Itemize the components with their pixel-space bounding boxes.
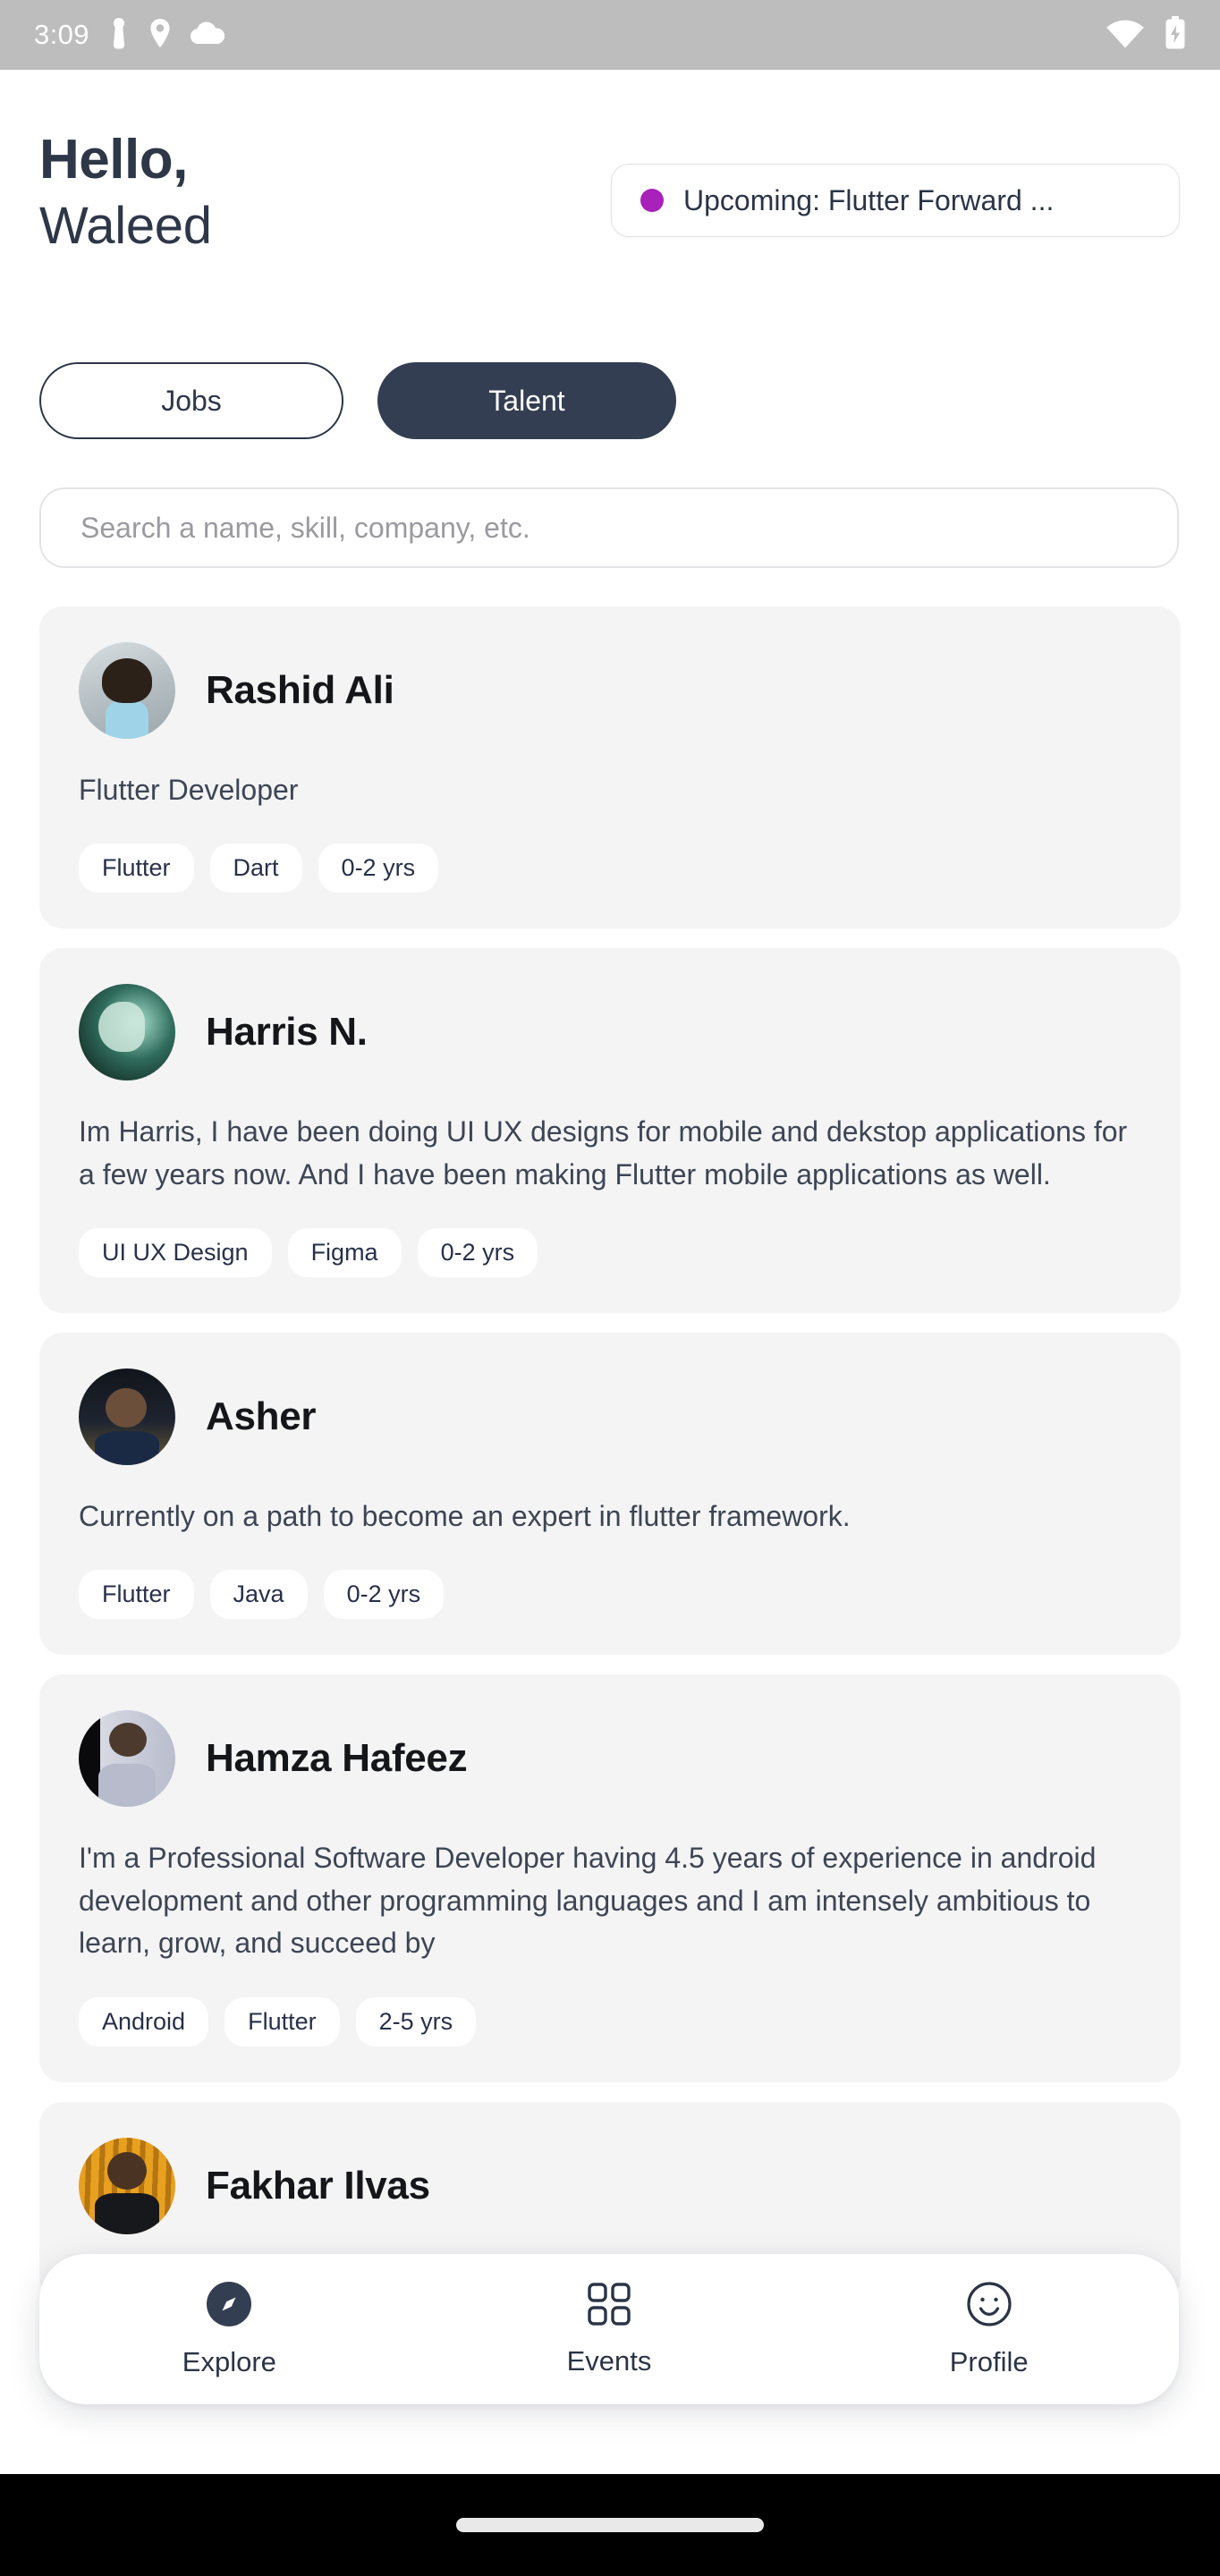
cloud-icon [190,21,225,50]
talent-tag[interactable]: Flutter [225,1996,340,2046]
talent-tag[interactable]: Java [209,1570,308,1620]
talent-tag[interactable]: UI UX Design [79,1228,272,1278]
home-indicator[interactable] [456,2518,764,2532]
greeting-block: Hello, Waleed [39,131,212,256]
app-screen: 3:09 Hello, Waleed Upcoming: Flutter For… [0,0,1220,2576]
talent-tag[interactable]: Android [79,1996,209,2046]
bottom-navigation: Explore Events Profile [39,2254,1179,2404]
tab-jobs[interactable]: Jobs [39,362,343,439]
tab-jobs-label: Jobs [161,384,222,417]
avatar [79,642,175,739]
location-pin-icon [148,18,172,53]
tab-talent[interactable]: Talent [377,362,676,439]
avatar [79,1368,175,1466]
talent-card[interactable]: Rashid Ali Flutter Developer Flutter Dar… [39,606,1181,929]
talent-card-header: Rashid Ali [79,642,1141,739]
grid-icon [587,2282,631,2331]
talent-card[interactable]: Hamza Hafeez I'm a Professional Software… [39,1674,1181,2082]
talent-name: Rashid Ali [206,668,394,712]
talent-tag[interactable]: 0-2 yrs [417,1228,538,1278]
nav-item-profile[interactable]: Profile [799,2281,1179,2378]
status-bar-left: 3:09 [34,17,225,54]
battery-charging-icon [1165,15,1186,55]
body-sensor-icon [107,17,131,54]
smiley-face-icon [966,2281,1012,2332]
category-tabs: Jobs Talent [39,362,676,439]
talent-tags: Flutter Dart 0-2 yrs [79,843,1141,894]
talent-tag[interactable]: 2-5 yrs [355,1996,477,2046]
talent-card-header: Asher [79,1368,1141,1466]
greeting-hello: Hello, [39,129,188,191]
talent-name: Fakhar Ilvas [206,2163,430,2207]
search-input[interactable] [80,511,1138,545]
status-bar-clock: 3:09 [34,19,89,50]
talent-tag[interactable]: 0-2 yrs [318,843,439,894]
talent-card[interactable]: Harris N. Im Harris, I have been doing U… [39,948,1181,1314]
wifi-icon [1106,17,1145,54]
talent-tag[interactable]: Dart [209,843,302,894]
talent-description: Flutter Developer [79,774,299,806]
talent-name: Asher [206,1394,317,1439]
nav-label-events: Events [566,2344,652,2377]
talent-tag[interactable]: 0-2 yrs [323,1570,445,1620]
talent-name: Hamza Hafeez [206,1736,468,1781]
talent-tag[interactable]: Figma [287,1228,402,1278]
talent-card[interactable]: Asher Currently on a path to become an e… [39,1333,1181,1656]
avatar [79,2137,175,2234]
talent-card-header: Hamza Hafeez [79,1710,1141,1808]
talent-tag[interactable]: Flutter [79,1570,194,1620]
talent-tags: Flutter Java 0-2 yrs [79,1570,1141,1620]
talent-tag[interactable]: Flutter [79,843,194,894]
talent-card-header: Harris N. [79,984,1141,1081]
talent-description: I'm a Professional Software Developer ha… [79,1842,1097,1960]
nav-label-profile: Profile [949,2345,1029,2377]
talent-description: Currently on a path to become an expert … [79,1500,851,1533]
nav-label-explore: Explore [182,2345,276,2377]
greeting-username: Waleed [39,197,212,256]
nav-item-events[interactable]: Events [419,2282,800,2377]
avatar [79,984,175,1081]
tab-talent-label: Talent [488,384,565,417]
talent-name: Harris N. [206,1010,368,1055]
talent-list[interactable]: Rashid Ali Flutter Developer Flutter Dar… [0,606,1220,2451]
nav-item-explore[interactable]: Explore [39,2281,419,2378]
talent-card-header: Fakhar Ilvas [79,2137,1141,2234]
compass-icon [206,2281,252,2332]
talent-tags: Android Flutter 2-5 yrs [79,1996,1141,2046]
avatar [79,1710,175,1808]
upcoming-event-label: Upcoming: Flutter Forward ... [683,183,1055,216]
search-bar[interactable] [39,487,1179,568]
status-bar: 3:09 [0,0,1220,70]
upcoming-event-chip[interactable]: Upcoming: Flutter Forward ... [611,164,1180,237]
event-status-dot-icon [640,189,664,212]
talent-tags: UI UX Design Figma 0-2 yrs [79,1228,1141,1278]
system-navigation-bar [0,2474,1220,2576]
talent-description: Im Harris, I have been doing UI UX desig… [79,1115,1128,1191]
page-header: Hello, Waleed Upcoming: Flutter Forward … [0,70,1220,329]
status-bar-right [1106,15,1186,55]
